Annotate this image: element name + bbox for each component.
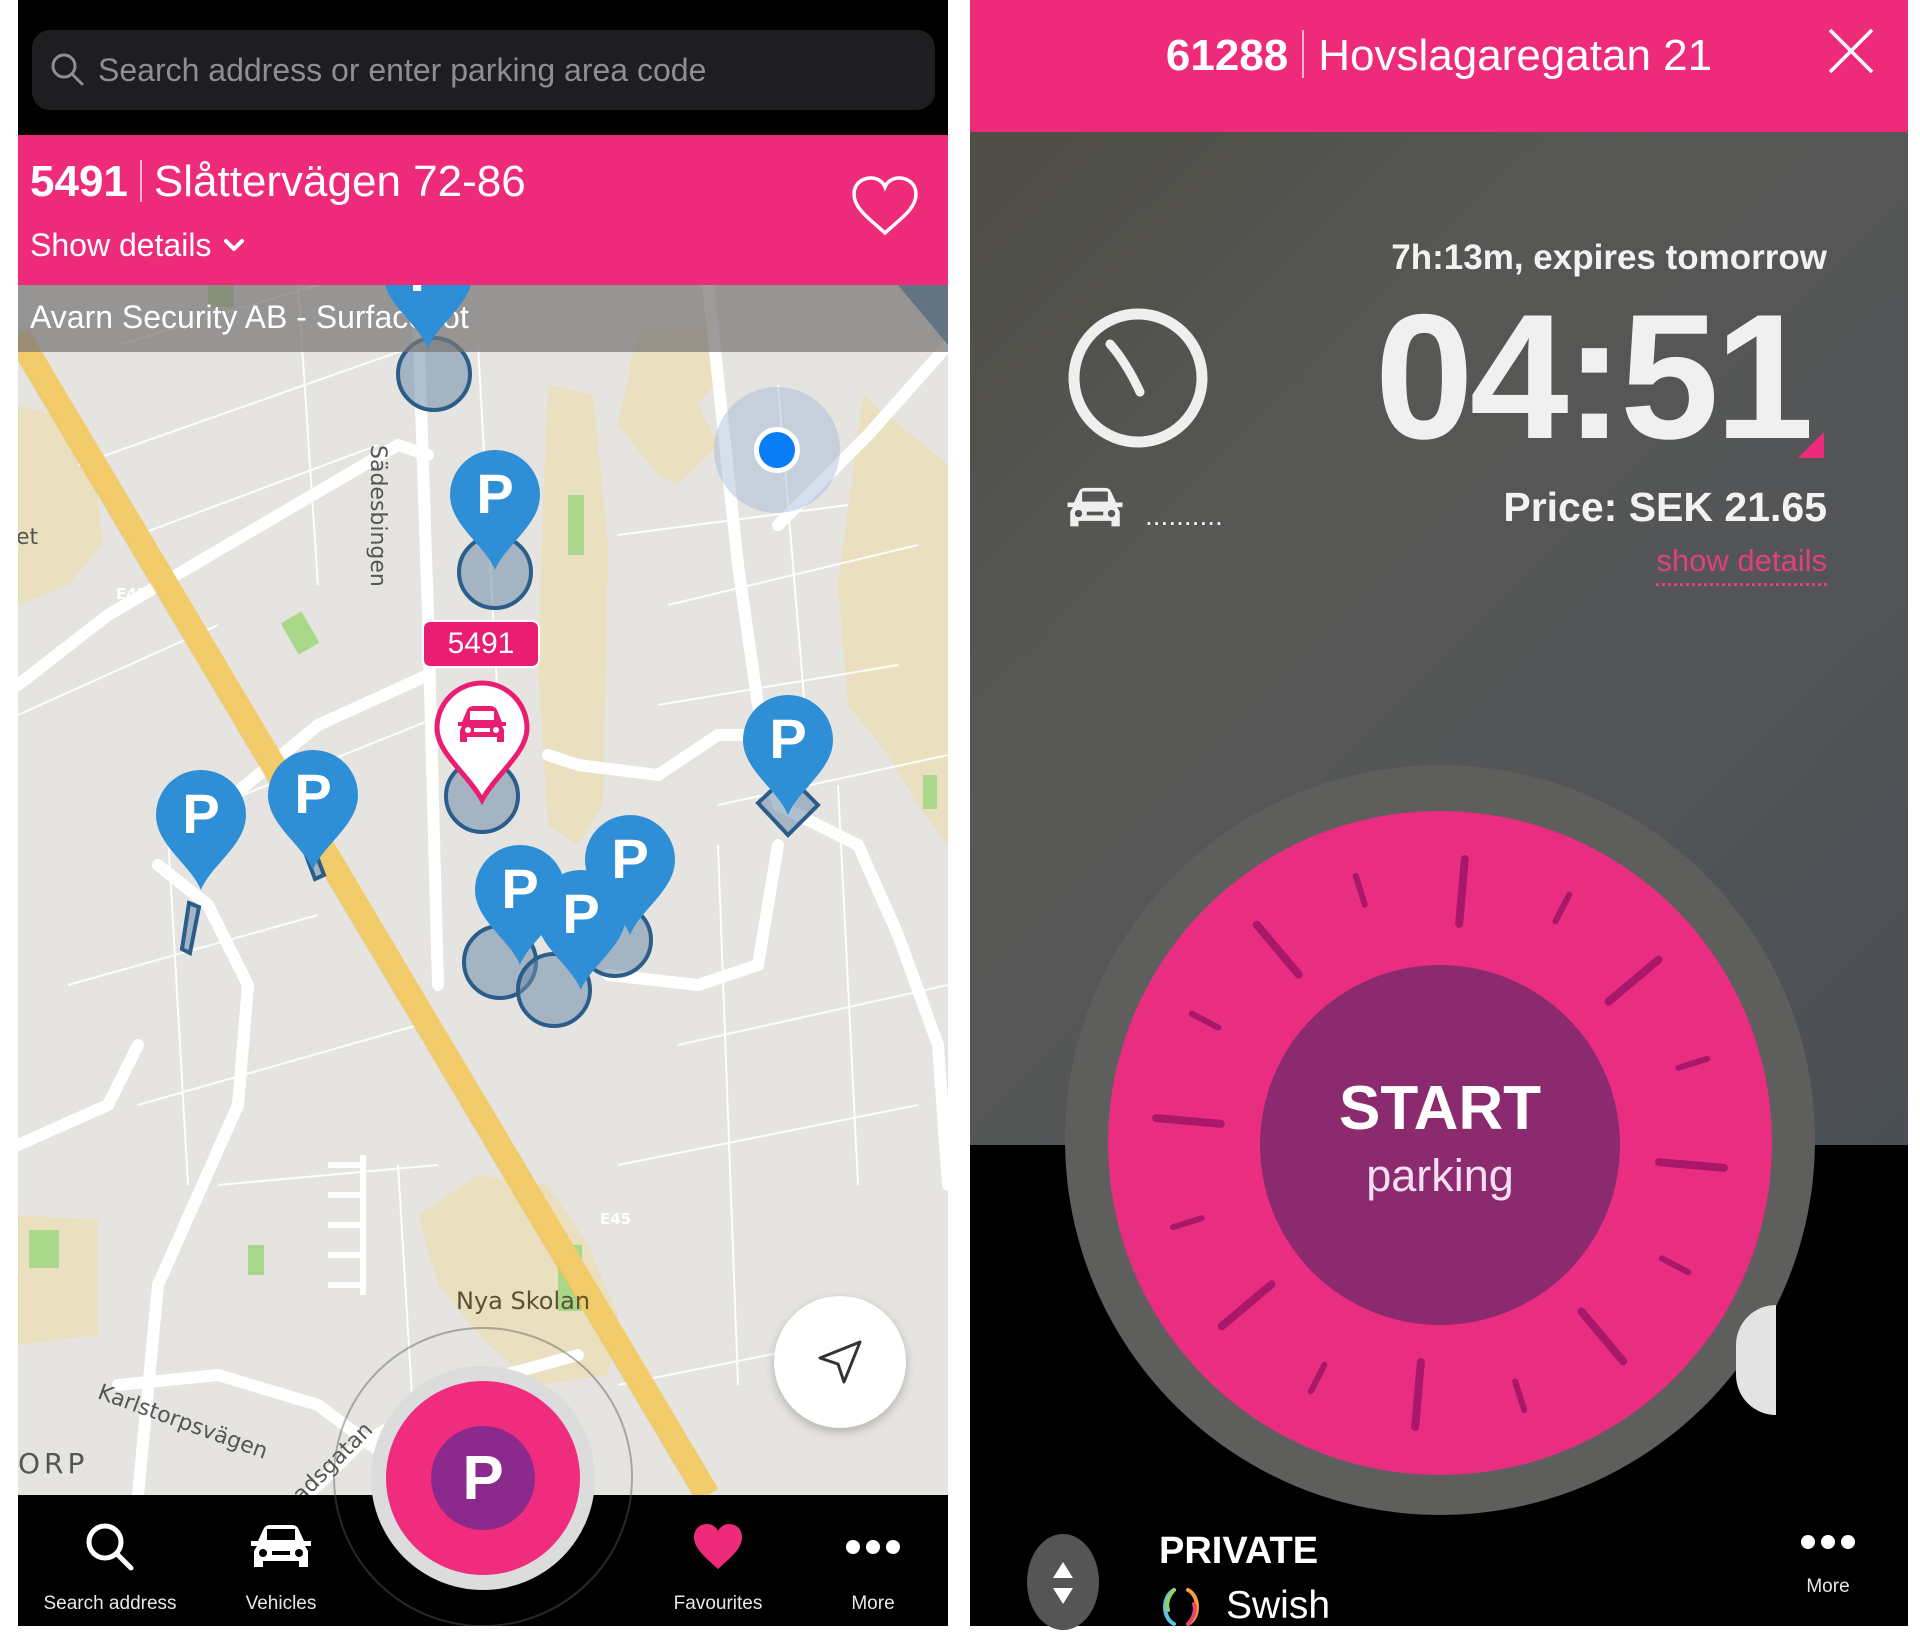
favourite-button[interactable] (850, 175, 920, 239)
area-address: Slåttervägen 72-86 (153, 157, 526, 206)
car-icon (251, 1525, 311, 1567)
parking-pin[interactable]: P (151, 765, 251, 895)
heart-icon (694, 1524, 742, 1569)
more-dots-icon (846, 1540, 900, 1554)
parking-area-header: 5491 Slåttervägen 72-86 Show details (18, 135, 948, 285)
nav-label: Vehicles (245, 1593, 317, 1614)
parking-pin[interactable]: P (445, 445, 545, 575)
search-input[interactable] (96, 50, 920, 90)
map-park (248, 1245, 264, 1275)
dial-title: START (1338, 1074, 1542, 1143)
highway-label: E45 (116, 585, 148, 603)
search-field[interactable] (32, 30, 935, 110)
highway-label: E45 (600, 1210, 632, 1228)
nav-search-address[interactable]: Search address (35, 1495, 185, 1626)
nav-label: More (851, 1593, 895, 1614)
parking-pin[interactable]: P (738, 690, 838, 820)
area-code: 5491 (30, 157, 128, 206)
swish-logo-icon (1163, 1588, 1199, 1626)
show-details-label: Show details (30, 227, 212, 263)
nav-label: Favourites (673, 1593, 763, 1614)
close-button[interactable] (1826, 26, 1876, 76)
pin-letter: P (182, 782, 219, 845)
map-park (923, 775, 937, 809)
start-parking-fab[interactable]: P (386, 1381, 580, 1575)
more-button[interactable]: More (1790, 1534, 1866, 1626)
nav-vehicles[interactable]: Vehicles (206, 1495, 356, 1626)
parking-pin[interactable]: P (263, 745, 363, 875)
street-label: Sädesbingen (365, 445, 390, 587)
show-details-link[interactable]: show details (1656, 543, 1827, 586)
pin-letter: P (769, 707, 806, 770)
duration-timer: 04:51 (1374, 277, 1814, 476)
show-details-button[interactable]: Show details (30, 227, 245, 264)
map-view[interactable]: Avarn Security AB - Surface lot Sädesbin… (18, 285, 948, 1495)
pin-letter: P (476, 462, 513, 525)
more-dots-icon (1801, 1535, 1855, 1549)
pin-letter: P (562, 882, 599, 945)
current-location-dot (754, 427, 800, 473)
district-label: ORP (18, 1447, 89, 1480)
search-icon (86, 1523, 134, 1571)
nav-favourites[interactable]: Favourites (643, 1495, 793, 1626)
map-park (280, 611, 320, 655)
map-area (538, 385, 608, 845)
session-header: 61288 Hovslagaregatan 21 (970, 0, 1908, 132)
account-type: PRIVATE (1159, 1530, 1319, 1572)
divider (139, 160, 142, 202)
pin-letter: P (409, 285, 446, 303)
place-label: Nya Skolan (456, 1287, 591, 1315)
map-screen: Avarn Security AB - Surface lot Sädesbin… (18, 0, 948, 1626)
heart-outline-icon (852, 176, 918, 236)
account-switch-button[interactable] (1027, 1534, 1099, 1630)
divider (1302, 30, 1305, 78)
price-text: Price: SEK 21.65 (1503, 484, 1827, 530)
expiry-text: 7h:13m, expires tomorrow (1391, 238, 1827, 277)
selected-area-badge[interactable]: 5491 (422, 620, 540, 668)
area-address: Hovslagaregatan 21 (1318, 31, 1713, 80)
parking-p-icon: P (431, 1426, 535, 1530)
dial-subtitle: parking (1366, 1150, 1514, 1201)
parking-pin[interactable]: P (378, 285, 478, 353)
pin-letter: P (294, 762, 331, 825)
search-icon (51, 53, 84, 86)
map-park (568, 495, 584, 555)
parking-area-title: 5491 Slåttervägen 72-86 (30, 157, 526, 207)
map-park (29, 1230, 59, 1268)
locate-me-button[interactable] (774, 1296, 906, 1428)
selected-car-pin[interactable] (432, 678, 532, 808)
top-bar (18, 0, 948, 135)
close-icon (1828, 28, 1874, 74)
map-edge-label: et (18, 525, 39, 550)
area-code: 61288 (1165, 31, 1289, 80)
operator-banner: Avarn Security AB - Surface lot (18, 285, 948, 352)
vehicle-plate[interactable]: .......... (1145, 500, 1223, 532)
clock-icon (1068, 308, 1208, 448)
up-down-icon (1053, 1562, 1073, 1604)
nav-more[interactable]: More (798, 1495, 948, 1626)
timer-corner-marker (1798, 432, 1824, 458)
payment-method: Swish (1226, 1584, 1331, 1627)
more-label: More (1806, 1576, 1850, 1597)
start-parking-button[interactable] (1260, 965, 1620, 1325)
chevron-down-icon (224, 238, 245, 251)
navigation-arrow-icon (818, 1340, 862, 1384)
nav-label: Search address (43, 1593, 177, 1614)
session-title: 61288 Hovslagaregatan 21 (970, 30, 1908, 81)
car-icon (1067, 487, 1123, 527)
parking-pin[interactable]: P (531, 865, 631, 995)
